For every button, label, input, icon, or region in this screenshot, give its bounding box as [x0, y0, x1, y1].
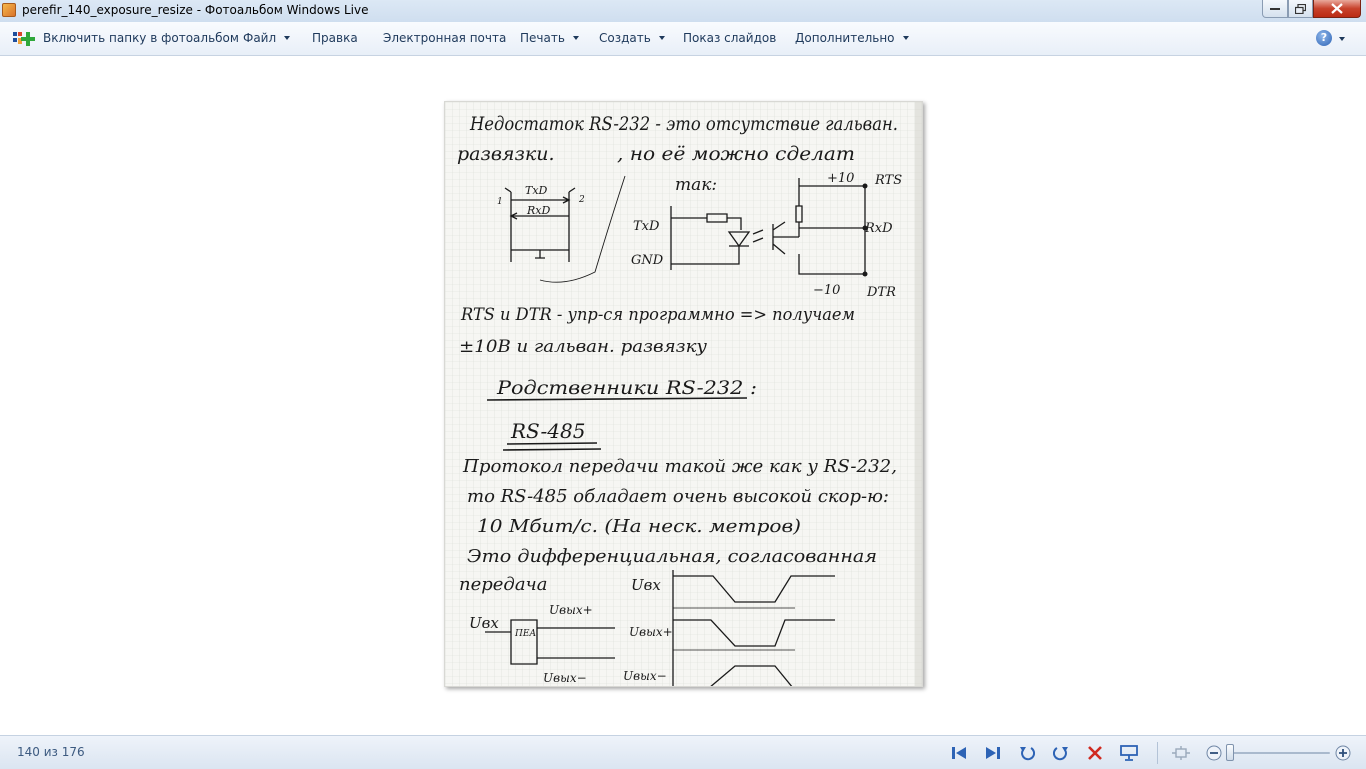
previous-button[interactable] — [950, 744, 968, 762]
close-icon — [1331, 3, 1343, 14]
wave-uvyh-plus-1: Uвых+ — [549, 603, 593, 617]
email-menu[interactable]: Электронная почта — [383, 31, 506, 45]
diagram-rxd-2: RxD — [864, 221, 893, 236]
fit-icon — [1172, 746, 1190, 760]
slideshow-label: Показ слайдов — [683, 31, 777, 45]
chevron-down-icon — [284, 36, 291, 40]
command-bar: Включить папку в фотоальбом Файл Правка … — [0, 22, 1366, 56]
minimize-icon — [1270, 7, 1280, 10]
help-chevron-down-icon[interactable] — [1339, 37, 1345, 41]
note-line-4: RTS и DTR - упр-ся программно => получае… — [460, 305, 855, 325]
diagram-pin-1: 1 — [497, 197, 503, 207]
note-line-2a: развязки. — [457, 143, 554, 165]
slideshow-button[interactable]: Показ слайдов — [683, 31, 776, 45]
diagram-dtr: DTR — [866, 285, 896, 300]
note-line-8: 10 Мбит/с. (На неск. метров) — [477, 516, 801, 537]
chevron-down-icon — [658, 36, 665, 40]
diagram-gnd: GND — [631, 253, 664, 268]
restore-icon — [1295, 3, 1306, 14]
zoom-in-button[interactable] — [1334, 744, 1352, 762]
note-heading-2: RS-485 — [510, 419, 585, 443]
wave-uvyh-plus-2: Uвых+ — [629, 625, 673, 639]
rotate-right-button[interactable] — [1052, 744, 1070, 762]
wave-pea-label: ПЕА — [514, 629, 536, 639]
wave-uvyh-minus-2: Uвых− — [623, 669, 667, 683]
note-line-7: то RS-485 обладает очень высокой скор-ю: — [467, 486, 889, 507]
zoom-slider-track[interactable] — [1228, 752, 1330, 754]
window-title: perefir_140_exposure_resize - Фотоальбом… — [22, 3, 369, 17]
fit-to-window-button[interactable] — [1172, 744, 1190, 762]
app-icon — [2, 3, 16, 17]
add-folder-label: Включить папку в фотоальбом — [43, 31, 239, 45]
photo: Недостаток RS-232 - это отсутствие гальв… — [444, 101, 923, 687]
slideshow-icon — [1120, 745, 1138, 761]
edit-menu-label: Правка — [312, 31, 358, 45]
diagram-pin-2: 2 — [578, 195, 585, 205]
zoom-out-button[interactable] — [1205, 744, 1223, 762]
edit-menu[interactable]: Правка — [312, 31, 358, 45]
note-line-9: Это дифференциальная, согласованная — [467, 546, 877, 567]
file-menu-label: Файл — [243, 31, 277, 45]
chevron-down-icon — [902, 36, 909, 40]
zoom-slider-thumb[interactable] — [1226, 744, 1234, 761]
previous-icon — [952, 747, 966, 759]
diagram-rts: RTS — [874, 173, 902, 188]
next-icon — [986, 747, 1000, 759]
print-menu[interactable]: Печать — [520, 31, 579, 45]
status-separator — [1157, 742, 1158, 764]
close-button[interactable] — [1313, 0, 1361, 18]
note-line-6: Протокол передачи такой же как у RS-232, — [462, 456, 897, 477]
note-line-2b: , но её можно сделат — [617, 143, 855, 165]
next-button[interactable] — [984, 744, 1002, 762]
zoom-in-icon — [1335, 745, 1351, 761]
title-bar: perefir_140_exposure_resize - Фотоальбом… — [0, 0, 1366, 23]
slideshow-play-button[interactable] — [1120, 744, 1138, 762]
diagram-plus10: +10 — [827, 171, 854, 186]
note-line-10: передача — [459, 574, 548, 595]
create-menu-label: Создать — [599, 31, 651, 45]
email-menu-label: Электронная почта — [383, 31, 507, 45]
notebook-page-image: Недостаток RS-232 - это отсутствие гальв… — [445, 102, 922, 686]
wave-uvx-1: Uвх — [631, 576, 661, 594]
wave-uvyh-minus-1: Uвых− — [543, 671, 587, 685]
photo-counter: 140 из 176 — [17, 745, 85, 759]
note-line-3: так: — [675, 175, 717, 195]
diagram-txd-1: TxD — [525, 184, 548, 197]
status-bar: 140 из 176 — [0, 735, 1366, 769]
print-menu-label: Печать — [520, 31, 565, 45]
delete-button[interactable] — [1086, 744, 1104, 762]
more-menu[interactable]: Дополнительно — [795, 31, 909, 45]
create-menu[interactable]: Создать — [599, 31, 665, 45]
delete-icon — [1088, 746, 1102, 760]
diagram-txd-2: TxD — [633, 219, 660, 234]
zoom-out-icon — [1206, 745, 1222, 761]
diagram-minus10: −10 — [813, 283, 840, 298]
add-folder-button[interactable]: Включить папку в фотоальбом — [43, 31, 239, 45]
add-folder-icon — [13, 32, 35, 46]
diagram-rxd-1: RxD — [526, 204, 550, 217]
rotate-left-button[interactable] — [1018, 744, 1036, 762]
help-icon[interactable]: ? — [1316, 30, 1332, 46]
note-line-1: Недостаток RS-232 - это отсутствие гальв… — [469, 113, 898, 135]
minimize-button[interactable] — [1262, 0, 1288, 18]
wave-uvx-2: Uвх — [469, 614, 499, 632]
note-line-5: ±10В и гальван. развязку — [459, 337, 707, 357]
more-menu-label: Дополнительно — [795, 31, 895, 45]
rotate-left-icon — [1020, 747, 1035, 761]
chevron-down-icon — [572, 36, 579, 40]
file-menu[interactable]: Файл — [243, 31, 291, 45]
note-heading-1: Родственники RS-232 : — [496, 377, 757, 399]
rotate-right-icon — [1053, 747, 1068, 761]
maximize-button[interactable] — [1288, 0, 1313, 18]
